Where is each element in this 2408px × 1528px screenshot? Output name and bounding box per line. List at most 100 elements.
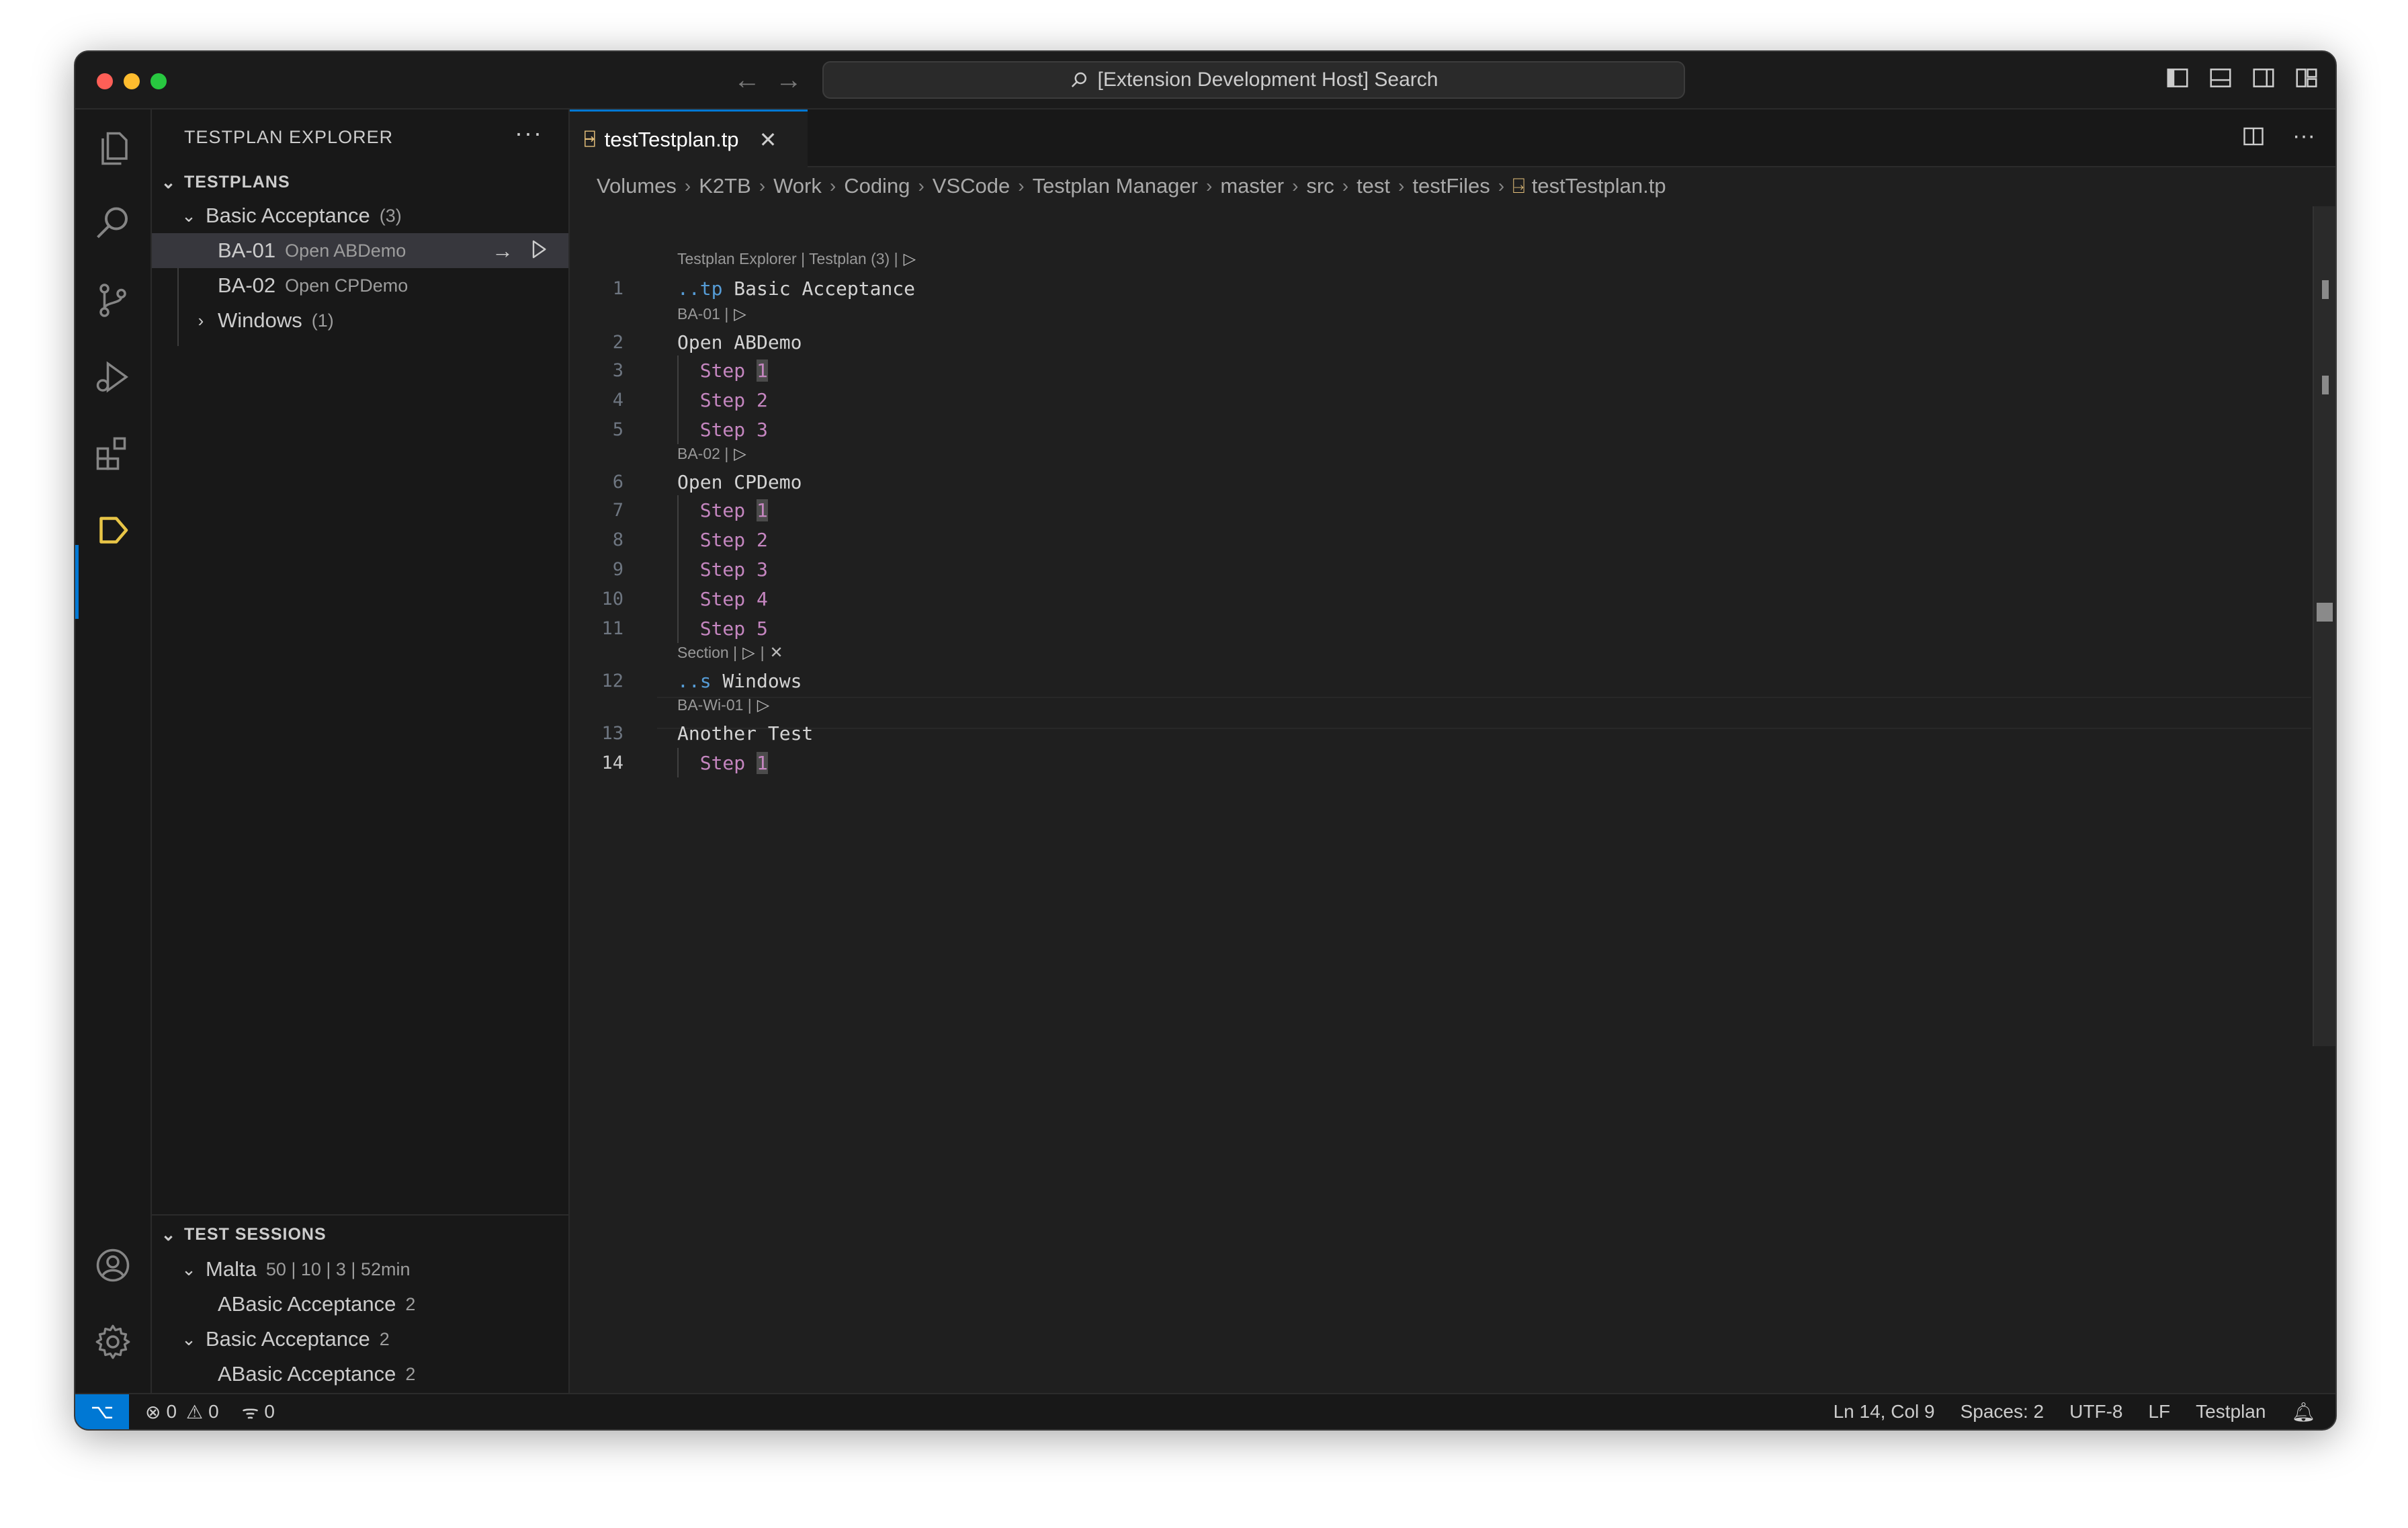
editor-more-actions-icon[interactable]: ··· [2292, 123, 2315, 149]
status-bar: ⌥ ⊗ 0 ⚠ 0 ᯤ 0 Ln 14, Col 9 Spaces: 2 UTF… [75, 1393, 2335, 1429]
run-test-icon[interactable]: ▷ [757, 695, 769, 715]
indentation[interactable]: Spaces: 2 [1961, 1401, 2045, 1423]
breadcrumb-item[interactable]: Volumes [597, 174, 677, 198]
breadcrumb-separator-icon: › [1398, 175, 1405, 196]
tree-item-windows[interactable]: › Windows (1) [152, 303, 568, 338]
run-all-icon[interactable]: ▷ [904, 249, 916, 269]
tree-item-ba-02[interactable]: BA-02 Open CPDemo [152, 268, 568, 303]
go-to-test-arrow-icon[interactable]: → [492, 239, 513, 263]
breadcrumb-separator-icon: › [829, 175, 836, 196]
toggle-secondary-sidebar-icon[interactable] [2251, 65, 2276, 91]
testplan-file-icon: ⍈ [1512, 173, 1525, 198]
command-center-search[interactable]: [Extension Development Host] Search [822, 61, 1685, 99]
code-editor[interactable]: Testplan Explorer | Testplan (3) | ▷ 1 .… [570, 206, 2335, 1394]
close-tab-icon[interactable]: ✕ [759, 127, 777, 153]
code-lens-label: Testplan Explorer | Testplan (3) | [677, 249, 898, 267]
chevron-down-icon: ⌄ [161, 1224, 177, 1244]
warning-icon: ⚠ [186, 1401, 204, 1423]
code-lens-section[interactable]: Section | ▷ | ✕ [677, 642, 783, 663]
breadcrumb-item[interactable]: src [1306, 174, 1334, 198]
breadcrumb-item[interactable]: Testplan Manager [1033, 174, 1198, 198]
error-icon: ⊗ [145, 1401, 161, 1423]
breadcrumb-item[interactable]: testFiles [1412, 174, 1490, 198]
run-test-play-icon[interactable] [528, 239, 550, 260]
breadcrumb-item[interactable]: master [1220, 174, 1284, 198]
test-sessions-section-header[interactable]: ⌄ TEST SESSIONS [152, 1218, 568, 1250]
close-icon[interactable]: ✕ [770, 643, 783, 663]
testplans-section-header[interactable]: ⌄ TESTPLANS [152, 166, 568, 198]
breadcrumb: Volumes › K2TB › Work › Coding › VSCode › Testplan… [597, 166, 1666, 206]
code-lens-ba-wi-01[interactable]: BA-Wi-01 | ▷ [677, 694, 769, 716]
editor-scrollbar[interactable] [2313, 206, 2335, 1046]
accounts-icon[interactable] [93, 1245, 133, 1285]
search-label: [Extension Development Host] Search [1097, 69, 1438, 91]
split-editor-icon[interactable] [2241, 124, 2266, 148]
minimize-window-button[interactable] [124, 73, 140, 89]
breadcrumb-item[interactable]: K2TB [699, 174, 751, 198]
forward-arrow-icon[interactable]: → [775, 65, 802, 95]
explorer-files-icon[interactable] [93, 128, 133, 169]
toggle-panel-icon[interactable] [2208, 65, 2233, 91]
problems-indicator[interactable]: ⊗ 0 ⚠ 0 [145, 1401, 219, 1423]
section-divider [152, 1214, 568, 1216]
run-test-icon[interactable]: ▷ [734, 444, 746, 464]
encoding[interactable]: UTF-8 [2069, 1401, 2122, 1423]
scrollbar-marker [2317, 603, 2333, 622]
maximize-window-button[interactable] [150, 73, 167, 89]
tab-testtestplan[interactable]: ⍈ testTestplan.tp ✕ [570, 110, 808, 168]
tree-item-label: Basic Acceptance [206, 204, 370, 227]
tree-item-basic-acceptance[interactable]: ⌄ Basic Acceptance (3) [152, 198, 568, 233]
tree-item-description: Open CPDemo [285, 275, 408, 296]
run-test-icon[interactable]: ▷ [734, 304, 746, 324]
notifications-bell-icon[interactable]: 🔔︎ [2291, 1401, 2315, 1423]
run-all-icon[interactable]: ▷ [742, 643, 755, 663]
breadcrumb-item[interactable]: Work [773, 174, 822, 198]
session-item-abasic-acceptance[interactable]: ABasic Acceptance 2 [152, 1287, 568, 1322]
code-lens-ba-01[interactable]: BA-01 | ▷ [677, 303, 746, 325]
tree-item-ba-01[interactable]: BA-01 Open ABDemo → [152, 233, 568, 268]
tree-item-id: BA-01 [218, 239, 276, 262]
sidebar-title: TESTPLAN EXPLORER [184, 127, 394, 147]
session-meta: 2 [405, 1293, 416, 1314]
back-arrow-icon[interactable]: ← [734, 65, 761, 95]
session-meta: 50 | 10 | 3 | 52min [265, 1259, 411, 1279]
session-meta: 2 [405, 1363, 416, 1384]
breadcrumb-item[interactable]: test [1357, 174, 1390, 198]
language-mode[interactable]: Testplan [2196, 1401, 2266, 1423]
tab-label: testTestplan.tp [604, 128, 739, 151]
end-of-line[interactable]: LF [2148, 1401, 2170, 1423]
breadcrumb-item[interactable]: VSCode [933, 174, 1010, 198]
code-lens-label: BA-01 | [677, 304, 729, 323]
close-window-button[interactable] [97, 73, 113, 89]
ports-indicator[interactable]: ᯤ 0 [242, 1399, 275, 1425]
search-view-icon[interactable] [93, 204, 133, 244]
code-lens-testplan[interactable]: Testplan Explorer | Testplan (3) | ▷ [677, 248, 916, 269]
session-item-abasic-acceptance-2[interactable]: ABasic Acceptance 2 [152, 1357, 568, 1392]
code-lens-label: Section | [677, 643, 738, 661]
source-control-icon[interactable] [93, 280, 133, 321]
breadcrumb-separator-icon: › [759, 175, 766, 196]
title-bar: ← → [Extension Development Host] Search [75, 52, 2335, 110]
extensions-icon[interactable] [93, 433, 133, 474]
remote-indicator-icon[interactable]: ⌥ [75, 1394, 129, 1429]
customize-layout-icon[interactable] [2294, 65, 2319, 91]
code-lens-ba-02[interactable]: BA-02 | ▷ [677, 443, 746, 464]
sidebar-more-actions-icon[interactable]: ··· [515, 119, 543, 147]
breadcrumb-item[interactable]: testTestplan.tp [1532, 174, 1666, 198]
session-item-malta[interactable]: ⌄ Malta 50 | 10 | 3 | 52min [152, 1252, 568, 1287]
tree-item-count: (3) [379, 205, 402, 226]
activity-bar [75, 110, 152, 1393]
session-item-basic-acceptance[interactable]: ⌄ Basic Acceptance 2 [152, 1322, 568, 1357]
run-and-debug-icon[interactable] [93, 357, 133, 397]
settings-gear-icon[interactable] [93, 1322, 133, 1362]
cursor-position[interactable]: Ln 14, Col 9 [1834, 1401, 1935, 1423]
testplan-explorer-sidebar: TESTPLAN EXPLORER ··· ⌄ TESTPLANS ⌄ Basi… [152, 110, 570, 1393]
breadcrumb-separator-icon: › [918, 175, 924, 196]
code-lens-label: BA-02 | [677, 444, 729, 462]
scrollbar-marker [2322, 376, 2329, 394]
toggle-primary-sidebar-icon[interactable] [2165, 65, 2190, 91]
breadcrumb-item[interactable]: Coding [844, 174, 910, 198]
testplan-explorer-icon[interactable] [93, 510, 133, 550]
session-label: Malta [206, 1257, 257, 1281]
breadcrumb-separator-icon: › [1498, 175, 1505, 196]
